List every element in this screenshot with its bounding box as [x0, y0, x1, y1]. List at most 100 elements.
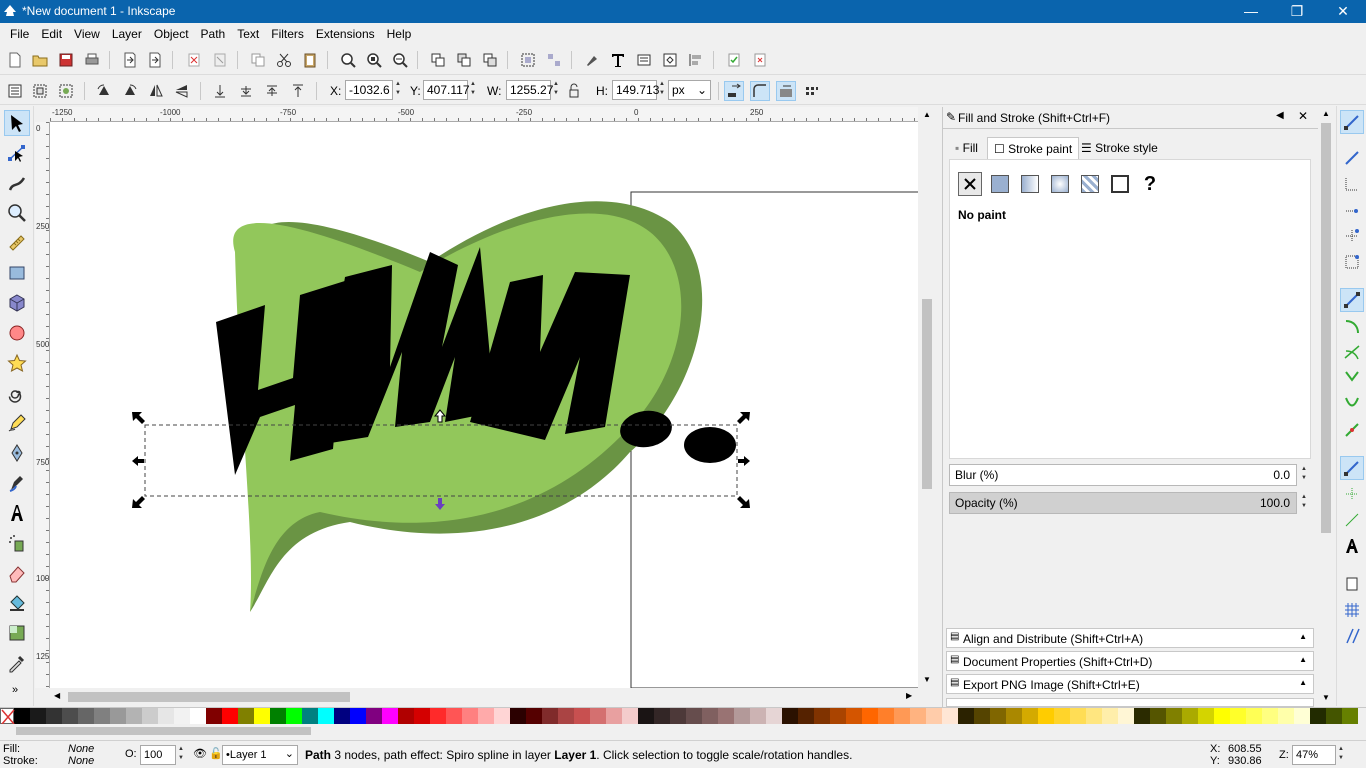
- color-swatch[interactable]: [846, 708, 862, 724]
- color-swatch[interactable]: [382, 708, 398, 724]
- color-swatch[interactable]: [334, 708, 350, 724]
- redo-icon[interactable]: [210, 50, 230, 70]
- unlink-clone-icon[interactable]: [480, 50, 500, 70]
- transform-patterns-toggle[interactable]: [802, 81, 822, 101]
- save-icon[interactable]: [56, 50, 76, 70]
- flip-vertical-icon[interactable]: [172, 81, 192, 101]
- dock-collapse-icon[interactable]: ◀: [1276, 110, 1284, 121]
- align-distribute-panel[interactable]: ▤ Align and Distribute (Shift+Ctrl+A) ▲: [946, 628, 1314, 648]
- x-stepper[interactable]: ▲ ▼: [393, 80, 403, 100]
- new-document-icon[interactable]: [5, 50, 25, 70]
- 3d-box-tool-icon[interactable]: [4, 290, 30, 316]
- menu-object[interactable]: Object: [148, 27, 195, 41]
- select-all-icon[interactable]: [5, 81, 25, 101]
- select-all-layers-icon[interactable]: [30, 81, 50, 101]
- color-swatch[interactable]: [430, 708, 446, 724]
- color-swatch[interactable]: [750, 708, 766, 724]
- color-swatch[interactable]: [974, 708, 990, 724]
- color-swatch[interactable]: [510, 708, 526, 724]
- color-swatch[interactable]: [574, 708, 590, 724]
- pencil-tool-icon[interactable]: [4, 410, 30, 436]
- stroke-indicator[interactable]: None: [68, 755, 94, 767]
- eraser-tool-icon[interactable]: [4, 560, 30, 586]
- snap-page-border-icon[interactable]: [1340, 572, 1364, 596]
- snap-rotation-center-icon[interactable]: [1340, 508, 1364, 532]
- vertical-scroll-thumb[interactable]: [922, 299, 932, 489]
- unset-paint-button[interactable]: ?: [1138, 172, 1162, 196]
- color-swatch[interactable]: [398, 708, 414, 724]
- color-swatch[interactable]: [830, 708, 846, 724]
- scroll-left-icon[interactable]: ◀: [54, 691, 60, 700]
- dock-scrollbar[interactable]: ▲ ▼: [1318, 107, 1334, 707]
- radial-gradient-button[interactable]: [1048, 172, 1072, 196]
- color-swatch[interactable]: [78, 708, 94, 724]
- color-swatch[interactable]: [734, 708, 750, 724]
- snap-bbox-center-icon[interactable]: [1340, 250, 1364, 274]
- color-swatch[interactable]: [446, 708, 462, 724]
- pen-tool-icon[interactable]: [4, 440, 30, 466]
- menu-help[interactable]: Help: [381, 27, 418, 41]
- color-swatch[interactable]: [350, 708, 366, 724]
- snap-cusp-icon[interactable]: [1340, 366, 1364, 390]
- color-swatch[interactable]: [1278, 708, 1294, 724]
- color-swatch[interactable]: [1230, 708, 1246, 724]
- menu-filters[interactable]: Filters: [265, 27, 310, 41]
- tab-stroke-paint[interactable]: ☐ Stroke paint: [987, 137, 1080, 159]
- transform-gradients-toggle[interactable]: [776, 81, 796, 101]
- scale-stroke-toggle[interactable]: [724, 81, 744, 101]
- clone-icon[interactable]: [454, 50, 474, 70]
- color-swatch[interactable]: [142, 708, 158, 724]
- lock-ratio-icon[interactable]: [566, 81, 582, 101]
- color-swatch[interactable]: [1166, 708, 1182, 724]
- color-swatch[interactable]: [814, 708, 830, 724]
- color-swatch[interactable]: [1150, 708, 1166, 724]
- align-dialog-icon[interactable]: [686, 50, 706, 70]
- color-swatch[interactable]: [462, 708, 478, 724]
- rectangle-tool-icon[interactable]: [4, 260, 30, 286]
- snap-text-baseline-icon[interactable]: [1340, 534, 1364, 558]
- layer-select[interactable]: •Layer 1 ⌄: [222, 745, 298, 765]
- preferences-icon[interactable]: [724, 50, 744, 70]
- color-swatch[interactable]: [46, 708, 62, 724]
- export-png-panel[interactable]: ▤ Export PNG Image (Shift+Ctrl+E) ▲: [946, 674, 1314, 694]
- y-field[interactable]: 407.117: [423, 80, 470, 100]
- color-swatch[interactable]: [126, 708, 142, 724]
- menu-edit[interactable]: Edit: [35, 27, 68, 41]
- color-swatch[interactable]: [62, 708, 78, 724]
- scroll-down-icon[interactable]: ▼: [923, 675, 931, 684]
- color-swatch[interactable]: [494, 708, 510, 724]
- color-swatch[interactable]: [1086, 708, 1102, 724]
- menu-extensions[interactable]: Extensions: [310, 27, 381, 41]
- raise-icon[interactable]: [262, 81, 282, 101]
- color-swatch[interactable]: [862, 708, 878, 724]
- palette-scroll-thumb[interactable]: [16, 727, 311, 735]
- gradient-tool-icon[interactable]: [4, 620, 30, 646]
- expand-icon[interactable]: ▲: [1299, 632, 1307, 641]
- opacity-field[interactable]: 100: [140, 745, 176, 765]
- blur-field[interactable]: Blur (%) 0.0: [949, 464, 1297, 486]
- color-swatch[interactable]: [798, 708, 814, 724]
- vertical-scrollbar[interactable]: ▲ ▼: [918, 107, 936, 689]
- snap-bbox-icon[interactable]: [1340, 146, 1364, 170]
- undo-icon[interactable]: [184, 50, 204, 70]
- snap-enable-icon[interactable]: [1340, 110, 1364, 134]
- zoom-selection-icon[interactable]: [338, 50, 358, 70]
- zoom-field[interactable]: 47%: [1292, 745, 1336, 765]
- color-swatch[interactable]: [910, 708, 926, 724]
- snap-intersection-icon[interactable]: [1340, 340, 1364, 364]
- snap-smooth-icon[interactable]: [1340, 392, 1364, 416]
- blur-stepper[interactable]: ▲ ▼: [1299, 465, 1309, 485]
- snap-bbox-corner-icon[interactable]: [1340, 198, 1364, 222]
- scroll-down-icon[interactable]: ▼: [1322, 693, 1330, 702]
- color-swatch[interactable]: [558, 708, 574, 724]
- linear-gradient-button[interactable]: [1018, 172, 1042, 196]
- close-dialog-icon[interactable]: ✕: [1298, 109, 1308, 123]
- expand-icon[interactable]: ▲: [1299, 655, 1307, 664]
- color-swatch[interactable]: [1118, 708, 1134, 724]
- opacity-slider[interactable]: Opacity (%) 100.0: [949, 492, 1297, 514]
- color-swatch[interactable]: [1054, 708, 1070, 724]
- h-field[interactable]: 149.713: [612, 80, 659, 100]
- color-swatch[interactable]: [670, 708, 686, 724]
- color-swatch[interactable]: [622, 708, 638, 724]
- snap-grid-icon[interactable]: [1340, 598, 1364, 622]
